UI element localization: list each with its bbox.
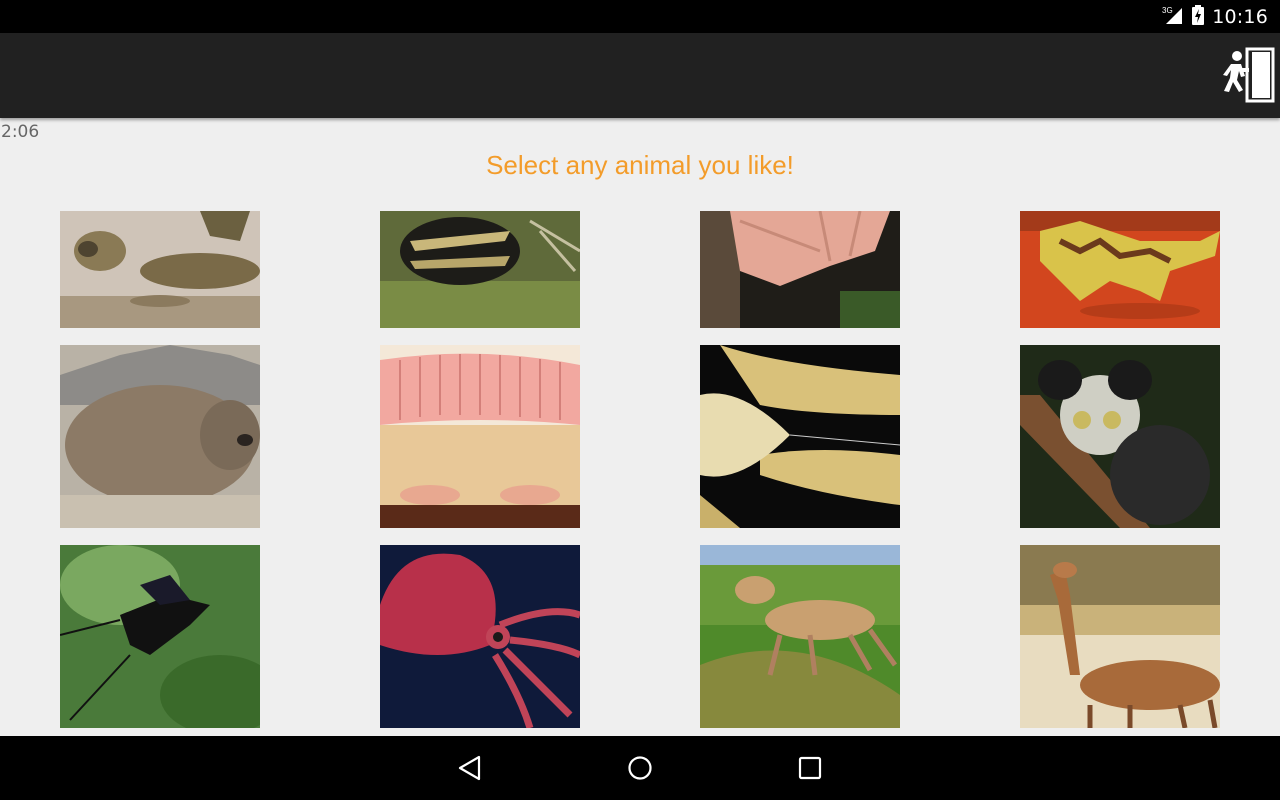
animal-tile-tenrec[interactable] <box>380 211 580 328</box>
navigation-bar <box>0 736 1280 800</box>
animal-tile-mudskipper[interactable] <box>60 211 260 328</box>
animal-tile-gerenuk[interactable] <box>1020 545 1220 728</box>
back-button[interactable] <box>450 750 490 786</box>
animal-tile-bat-wing[interactable] <box>700 211 900 328</box>
animal-tile-yeti-crab[interactable] <box>700 345 900 528</box>
recents-button[interactable] <box>790 750 830 786</box>
animal-tile-pink-fairy-armadillo[interactable] <box>380 345 580 528</box>
animal-tile-drongo[interactable] <box>60 545 260 728</box>
animal-tile-wombat[interactable] <box>60 345 260 528</box>
animal-grid <box>0 0 1280 736</box>
animal-tile-saiga-antelope[interactable] <box>700 545 900 728</box>
home-button[interactable] <box>620 750 660 786</box>
back-icon <box>458 755 481 781</box>
animal-tile-thorny-devil[interactable] <box>1020 211 1220 328</box>
animal-tile-squid[interactable] <box>380 545 580 728</box>
animal-tile-aye-aye[interactable] <box>1020 345 1220 528</box>
home-icon <box>628 756 652 780</box>
recents-icon <box>798 756 822 780</box>
